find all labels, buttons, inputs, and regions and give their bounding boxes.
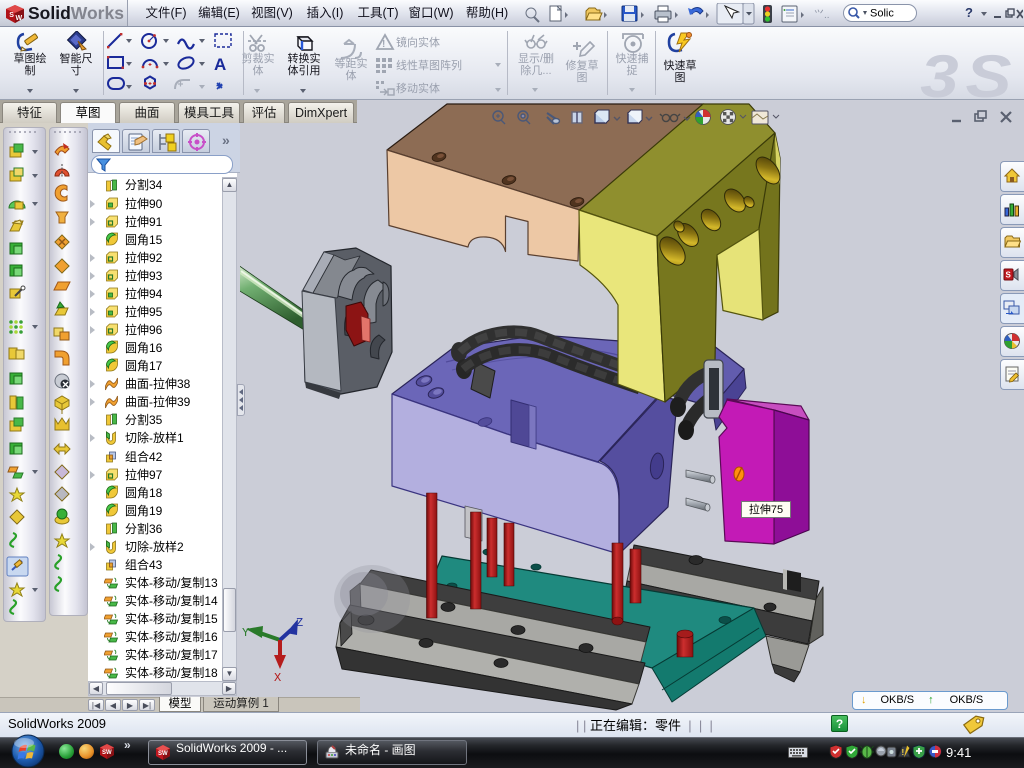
svg-text:SW: SW — [102, 750, 112, 756]
svg-text:!: ! — [902, 748, 905, 757]
svg-text:X: X — [274, 671, 281, 685]
svg-text:Z: Z — [296, 616, 303, 630]
svg-text:SW: SW — [158, 751, 168, 757]
svg-text:S: S — [1006, 271, 1012, 280]
svg-text:Y: Y — [242, 626, 249, 640]
